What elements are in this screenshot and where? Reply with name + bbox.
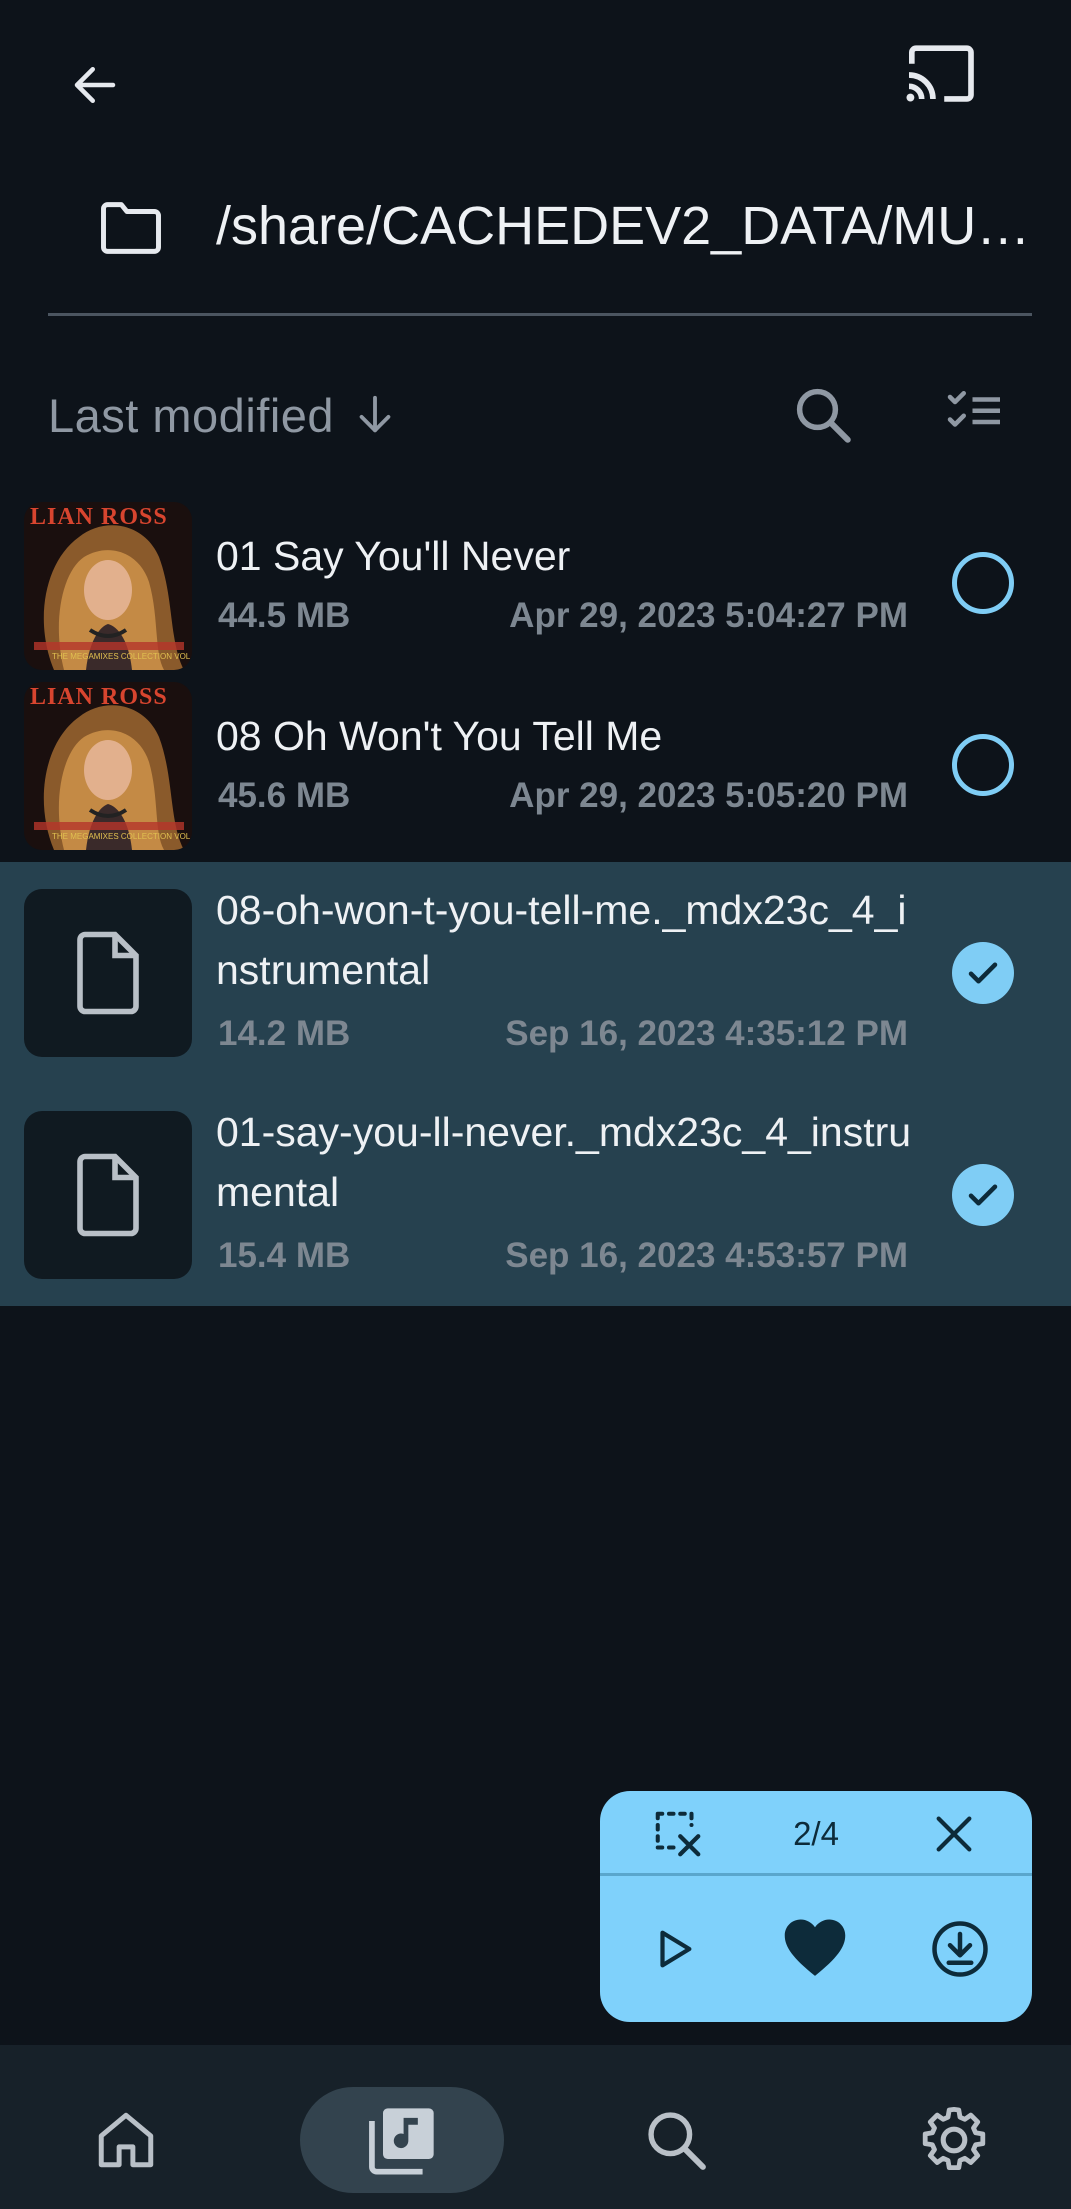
deselect-all-button[interactable] — [638, 1794, 718, 1874]
file-title: 01 Say You'll Never — [216, 533, 571, 579]
folder-icon — [101, 202, 161, 254]
file-title: 08 Oh Won't You Tell Me — [216, 713, 663, 759]
file-thumbnail — [24, 889, 192, 1057]
close-icon — [936, 1816, 972, 1852]
selection-header: 2/4 — [600, 1791, 1032, 1876]
file-row[interactable]: 08-oh-won-t-you-tell-me._mdx23c_4_instru… — [0, 862, 1071, 1084]
album-art-thumbnail: LIAN ROSS THE MEGAMIXES COLLECTION VOL.1 — [24, 682, 192, 850]
deselect-icon — [655, 1811, 701, 1857]
file-thumbnail — [24, 1111, 192, 1279]
file-size: 15.4 MB — [218, 1236, 351, 1275]
heart-icon — [784, 1919, 846, 1976]
file-title: 08-oh-won-t-you-tell-me._mdx23c_4_instru… — [216, 887, 907, 993]
file-date: Sep 16, 2023 4:53:57 PM — [505, 1236, 908, 1275]
search-icon — [796, 388, 851, 443]
select-checkbox[interactable] — [952, 734, 1014, 796]
arrow-left-icon — [74, 67, 116, 103]
file-icon — [77, 1153, 139, 1237]
back-button[interactable] — [50, 40, 140, 130]
nav-home[interactable] — [76, 2087, 176, 2193]
album-art-thumbnail: LIAN ROSS THE MEGAMIXES COLLECTION VOL.1 — [24, 502, 192, 670]
album-art-artist: LIAN ROSS — [30, 504, 168, 530]
sort-label: Last modified — [48, 388, 335, 442]
album-art-artist: LIAN ROSS — [30, 684, 168, 710]
library-music-icon — [369, 2108, 434, 2175]
select-checkbox[interactable] — [952, 942, 1014, 1004]
close-selection-button[interactable] — [914, 1794, 994, 1874]
check-icon — [968, 1184, 998, 1206]
play-selected-button[interactable] — [634, 1909, 714, 1989]
play-icon — [660, 1930, 692, 1968]
file-row[interactable]: 01-say-you-ll-never._mdx23c_4_instrument… — [0, 1084, 1071, 1306]
select-checkbox[interactable] — [952, 552, 1014, 614]
select-checkbox[interactable] — [952, 1164, 1014, 1226]
file-list: LIAN ROSS THE MEGAMIXES COLLECTION VOL.1… — [0, 490, 1071, 1306]
selection-count: 2/4 — [793, 1815, 839, 1852]
cast-button[interactable] — [890, 35, 990, 115]
settings-gear-icon — [922, 2107, 986, 2170]
nav-search[interactable] — [626, 2087, 726, 2193]
bottom-navigation — [0, 2045, 1071, 2209]
nav-settings[interactable] — [904, 2087, 1004, 2193]
file-size: 45.6 MB — [218, 776, 351, 815]
file-size: 44.5 MB — [218, 596, 351, 635]
path-bar[interactable]: /share/CACHEDEV2_DATA/MUS... — [48, 180, 1032, 316]
file-browser-screen: /share/CACHEDEV2_DATA/MUS... Last modifi… — [0, 0, 1071, 2209]
current-path: /share/CACHEDEV2_DATA/MUS... — [216, 196, 1032, 256]
download-icon — [932, 1921, 988, 1977]
file-row[interactable]: LIAN ROSS THE MEGAMIXES COLLECTION VOL.1… — [0, 682, 1071, 862]
checklist-icon — [947, 391, 1000, 427]
sort-toolbar: Last modified — [0, 370, 1071, 460]
nav-library[interactable] — [300, 2087, 504, 2193]
album-art-subtitle: THE MEGAMIXES COLLECTION VOL.1 — [52, 832, 192, 841]
file-title: 01-say-you-ll-never._mdx23c_4_instrument… — [216, 1109, 912, 1215]
sort-button[interactable]: Last modified — [48, 370, 398, 460]
home-icon — [98, 2112, 154, 2168]
cast-icon — [906, 45, 974, 102]
search-button[interactable] — [790, 382, 860, 452]
favorite-selected-button[interactable] — [775, 1907, 855, 1987]
check-icon — [968, 962, 998, 984]
file-size: 14.2 MB — [218, 1014, 351, 1053]
selection-action-panel: 2/4 — [600, 1791, 1032, 2022]
file-date: Apr 29, 2023 5:04:27 PM — [509, 596, 908, 635]
file-date: Apr 29, 2023 5:05:20 PM — [509, 776, 908, 815]
multi-select-button[interactable] — [945, 382, 1015, 452]
file-icon — [77, 931, 139, 1015]
album-art-subtitle: THE MEGAMIXES COLLECTION VOL.1 — [52, 652, 192, 661]
file-date: Sep 16, 2023 4:35:12 PM — [505, 1014, 908, 1053]
file-row[interactable]: LIAN ROSS THE MEGAMIXES COLLECTION VOL.1… — [0, 490, 1071, 682]
arrow-down-icon — [359, 395, 391, 433]
search-icon — [648, 2112, 706, 2170]
download-selected-button[interactable] — [920, 1909, 1000, 1989]
